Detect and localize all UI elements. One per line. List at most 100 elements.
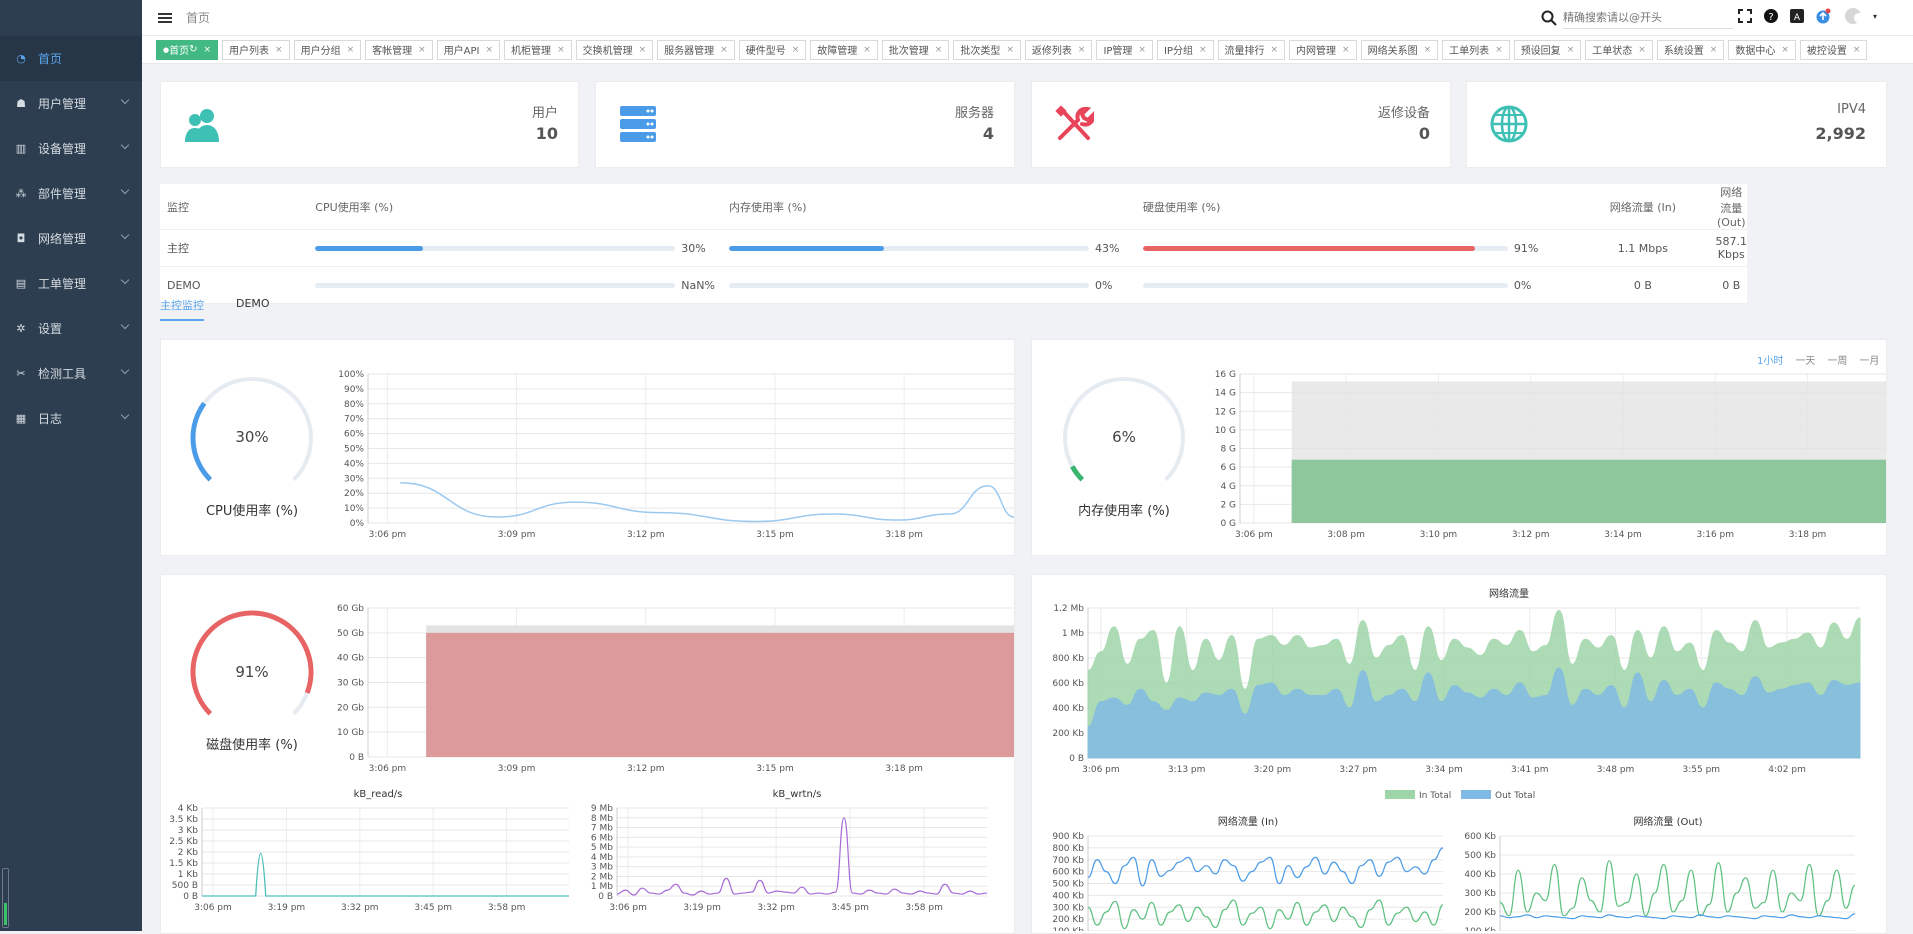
write-chart-ytick: 1 Mb — [591, 882, 613, 892]
write-chart-ytick: 4 Mb — [591, 853, 613, 863]
net-in-line-ytick: 800 Kb — [1052, 844, 1084, 854]
write-chart-xtick: 3:58 pm — [905, 903, 943, 913]
mem-area-ytick: 10 G — [1215, 426, 1236, 436]
net-area-xtick: 4:02 pm — [1768, 765, 1806, 775]
write-chart-xtick: 3:45 pm — [831, 903, 869, 913]
net-area-xtick: 3:41 pm — [1511, 765, 1549, 775]
read-chart-ytick: 1.5 Kb — [169, 859, 198, 869]
read-chart-ytick: 3 Kb — [178, 826, 198, 836]
net-in-line-series-0 — [1087, 847, 1444, 887]
disk-area-xtick: 3:15 pm — [756, 764, 794, 774]
net-in-line-ytick: 900 Kb — [1052, 832, 1084, 842]
disk-area-ytick: 30 Gb — [337, 679, 364, 689]
mem-area-xtick: 3:08 pm — [1327, 530, 1365, 540]
charts-layer: 0% 10% 20% 30% 40% 50% 60% 70% 80% 90% 100% 3:06 pm… — [169, 370, 1886, 931]
net-area-xtick: 3:13 pm — [1168, 765, 1206, 775]
write-chart-ytick: 0 B — [598, 892, 613, 902]
disk-area-ytick: 50 Gb — [337, 629, 364, 639]
cpu-line-xtick: 3:06 pm — [369, 530, 407, 540]
cpu-line-xtick: 3:15 pm — [756, 530, 794, 540]
mem-area-ytick: 6 G — [1220, 463, 1236, 473]
net-area-ytick: 600 Kb — [1052, 679, 1084, 689]
mem-area-ytick: 12 G — [1215, 407, 1236, 417]
mem-area-xtick: 3:10 pm — [1420, 530, 1458, 540]
net-in-line-ytick: 200 Kb — [1052, 915, 1084, 925]
disk-area-xtick: 3:06 pm — [369, 764, 407, 774]
disk-area-xtick: 3:12 pm — [627, 764, 665, 774]
write-chart-xtick: 3:19 pm — [683, 903, 721, 913]
legend-swatch — [1461, 790, 1491, 799]
write-chart-ytick: 2 Mb — [591, 872, 613, 882]
write-chart-ytick: 6 Mb — [591, 833, 613, 843]
disk-used-area — [426, 632, 1014, 757]
mem-area-ytick: 2 G — [1220, 500, 1236, 510]
mem-gauge-fill — [1070, 465, 1085, 482]
read-chart-xtick: 3:45 pm — [414, 903, 452, 913]
read-chart-ytick: 4 Kb — [178, 804, 198, 814]
net-area-xtick: 3:06 pm — [1082, 765, 1120, 775]
read-chart-xtick: 3:58 pm — [488, 903, 526, 913]
net-area-ytick: 0 B — [1069, 754, 1084, 764]
disk-area-ytick: 20 Gb — [337, 703, 364, 713]
net-in-line-series-1 — [1087, 899, 1444, 930]
net-out-line-ytick: 300 Kb — [1464, 889, 1496, 899]
net-area-ytick: 1 Mb — [1062, 629, 1084, 639]
net-in-line-ytick: 600 Kb — [1052, 868, 1084, 878]
read-chart-xtick: 3:06 pm — [194, 903, 232, 913]
net-in-line-ytick: 700 Kb — [1052, 856, 1084, 866]
net-out-line-title: 网络流量 (Out) — [1633, 815, 1702, 828]
cpu-line-ytick: 90% — [344, 385, 364, 395]
mem-area-xtick: 3:16 pm — [1696, 530, 1734, 540]
mem-area-ytick: 4 G — [1220, 482, 1236, 492]
net-area-ytick: 1.2 Mb — [1053, 604, 1084, 614]
cpu-line-xtick: 3:12 pm — [627, 530, 665, 540]
write-chart-ytick: 9 Mb — [591, 804, 613, 814]
read-chart-ytick: 2.5 Kb — [169, 837, 198, 847]
net-in-line-title: 网络流量 (In) — [1218, 815, 1278, 828]
disk-area-ytick: 60 Gb — [337, 604, 364, 614]
net-area-ytick: 400 Kb — [1052, 704, 1084, 714]
cpu-line-xtick: 3:18 pm — [885, 530, 923, 540]
cpu-line-ytick: 80% — [344, 400, 364, 410]
mem-area-xtick: 3:18 pm — [1789, 530, 1827, 540]
legend-label: Out Total — [1495, 791, 1535, 801]
write-chart-xtick: 3:32 pm — [757, 903, 795, 913]
net-area-ytick: 800 Kb — [1052, 654, 1084, 664]
read-chart-ytick: 1 Kb — [178, 870, 198, 880]
disk-gauge-fill — [190, 610, 314, 716]
read-chart-ytick: 500 B — [172, 881, 198, 891]
mem-area-xtick: 3:14 pm — [1604, 530, 1642, 540]
net-out-line-series-1 — [1499, 913, 1856, 920]
read-chart-xtick: 3:32 pm — [341, 903, 379, 913]
write-chart-title: kB_wrtn/s — [773, 789, 822, 800]
net-out-line-ytick: 200 Kb — [1464, 908, 1496, 918]
write-chart-ytick: 7 Mb — [591, 824, 613, 834]
write-chart-ytick: 8 Mb — [591, 814, 613, 824]
write-chart-ytick: 3 Mb — [591, 863, 613, 873]
net-area-ytick: 200 Kb — [1052, 729, 1084, 739]
read-series — [202, 852, 569, 897]
legend-label: In Total — [1419, 791, 1451, 801]
net-area-xtick: 3:20 pm — [1254, 765, 1292, 775]
disk-area-ytick: 0 B — [349, 753, 364, 763]
legend-swatch — [1385, 790, 1415, 799]
net-out-line-ytick: 600 Kb — [1464, 832, 1496, 842]
disk-area-xtick: 3:09 pm — [498, 764, 536, 774]
net-area-xtick: 3:55 pm — [1683, 765, 1721, 775]
net-out-line-ytick: 500 Kb — [1464, 851, 1496, 861]
mem-gauge-track — [1063, 377, 1185, 482]
cpu-line-ytick: 40% — [344, 459, 364, 469]
net-out-line-ytick: 400 Kb — [1464, 870, 1496, 880]
net-in-line-ytick: 400 Kb — [1052, 891, 1084, 901]
net-area-xtick: 3:34 pm — [1425, 765, 1463, 775]
mem-area-xtick: 3:12 pm — [1512, 530, 1550, 540]
cpu-gauge-fill — [190, 401, 213, 482]
net-area-xtick: 3:48 pm — [1597, 765, 1635, 775]
write-chart-xtick: 3:06 pm — [609, 903, 647, 913]
read-chart-xtick: 3:19 pm — [268, 903, 306, 913]
cpu-line-ytick: 100% — [338, 370, 364, 380]
cpu-line-ytick: 10% — [344, 504, 364, 514]
cpu-line-ytick: 70% — [344, 415, 364, 425]
mem-area-ytick: 14 G — [1215, 389, 1236, 399]
mem-area-ytick: 16 G — [1215, 370, 1236, 380]
